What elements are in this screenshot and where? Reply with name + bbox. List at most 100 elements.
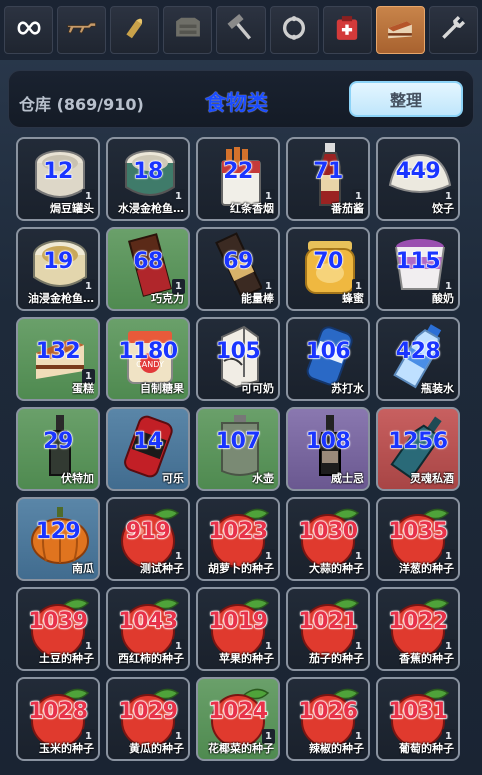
medkit-icon (330, 11, 364, 49)
inventory-slot[interactable]: 107 水壶 (196, 407, 280, 491)
inventory-slot[interactable]: 1029 1 黄瓜的种子 (106, 677, 190, 761)
sort-button[interactable]: 整理 (349, 81, 463, 117)
inventory-slot[interactable]: 1039 1 土豆的种子 (16, 587, 100, 671)
category-title: 食物类 (205, 91, 268, 115)
tab-hammer[interactable] (216, 6, 266, 54)
item-quantity: 1043 (118, 609, 179, 635)
item-quantity: 106 (305, 339, 351, 365)
item-name: 饺子 (432, 202, 454, 215)
item-quantity: 1039 (28, 609, 89, 635)
inventory-slot[interactable]: 919 1 测试种子 (106, 497, 190, 581)
item-quantity: 70 (313, 249, 344, 275)
inventory-slot[interactable]: 12 1 焗豆罐头 (16, 137, 100, 221)
item-name: 巧克力 (151, 292, 184, 305)
tab-rifle[interactable] (57, 6, 107, 54)
inventory-slot[interactable]: CANDY 1180 自制糖果 (106, 317, 190, 401)
skull-ring-icon (277, 11, 311, 49)
item-name: 瓶装水 (421, 382, 454, 395)
inventory-slot[interactable]: 1024 1 花椰菜的种子 (196, 677, 280, 761)
item-quantity: 919 (125, 519, 171, 545)
tab-medkit[interactable] (322, 6, 372, 54)
item-quantity: 22 (223, 159, 254, 185)
inventory-slot[interactable]: 132 1 蛋糕 (16, 317, 100, 401)
item-quantity: 1029 (118, 699, 179, 725)
item-quantity: 68 (133, 249, 164, 275)
item-quantity: 1030 (298, 519, 359, 545)
inventory-slot[interactable]: 29 伏特加 (16, 407, 100, 491)
inventory-slot[interactable]: 428 瓶装水 (376, 317, 460, 401)
item-quantity: 1023 (208, 519, 269, 545)
tab-ammo[interactable] (110, 6, 160, 54)
inventory-slot[interactable]: 19 1 油浸金枪鱼… (16, 227, 100, 311)
inventory-slot[interactable]: 18 1 水浸金枪鱼… (106, 137, 190, 221)
inventory-slot[interactable]: 1021 1 茄子的种子 (286, 587, 370, 671)
item-quantity: 1022 (388, 609, 449, 635)
inventory-slot[interactable]: 1043 1 西红柿的种子 (106, 587, 190, 671)
inventory-slot[interactable]: 115 1 酸奶 (376, 227, 460, 311)
tab-skull-ring[interactable] (269, 6, 319, 54)
item-name: 花椰菜的种子 (208, 742, 274, 755)
item-name: 酸奶 (432, 292, 454, 305)
item-name: 能量棒 (241, 292, 274, 305)
inventory-slot[interactable]: 70 1 蜂蜜 (286, 227, 370, 311)
item-quantity: 449 (395, 159, 441, 185)
inventory-slot[interactable]: 1019 1 苹果的种子 (196, 587, 280, 671)
tab-wrench[interactable] (428, 6, 478, 54)
tab-armor[interactable] (163, 6, 213, 54)
item-name: 苹果的种子 (219, 652, 274, 665)
item-name: 水壶 (252, 472, 274, 485)
inventory-slot[interactable]: 129 南瓜 (16, 497, 100, 581)
item-name: 茄子的种子 (309, 652, 364, 665)
inventory-slot[interactable]: 69 1 能量棒 (196, 227, 280, 311)
inventory-slot[interactable]: 14 可乐 (106, 407, 190, 491)
item-quantity: 1031 (388, 699, 449, 725)
item-name: 焗豆罐头 (50, 202, 94, 215)
item-name: 大蒜的种子 (309, 562, 364, 575)
inventory-slot[interactable]: 1256 灵魂私酒 (376, 407, 460, 491)
inventory-slot[interactable]: 1030 1 大蒜的种子 (286, 497, 370, 581)
inventory-slot[interactable]: 106 苏打水 (286, 317, 370, 401)
item-name: 灵魂私酒 (410, 472, 454, 485)
inventory-slot[interactable]: 22 1 红条香烟 (196, 137, 280, 221)
inventory-slot[interactable]: 105 可可奶 (196, 317, 280, 401)
capacity-label: 仓库 (869/910) (19, 95, 144, 114)
wrench-icon (436, 11, 470, 49)
tab-infinity[interactable] (4, 6, 54, 54)
inventory-header: 仓库 (869/910) 食物类 整理 (8, 70, 474, 128)
item-quantity: 1024 (208, 699, 269, 725)
item-quantity: 105 (215, 339, 261, 365)
item-name: 葡萄的种子 (399, 742, 454, 755)
inventory-slot[interactable]: 1035 1 洋葱的种子 (376, 497, 460, 581)
item-name: 威士忌 (331, 472, 364, 485)
item-quantity: 132 (35, 339, 81, 365)
inventory-slot[interactable]: 1023 1 胡萝卜的种子 (196, 497, 280, 581)
item-quantity: 18 (133, 159, 164, 185)
item-name: 辣椒的种子 (309, 742, 364, 755)
item-name: 可乐 (162, 472, 184, 485)
item-name: 测试种子 (140, 562, 184, 575)
item-quantity: 1256 (388, 429, 449, 455)
item-quantity: 428 (395, 339, 441, 365)
tab-cake[interactable] (375, 6, 425, 54)
inventory-slot[interactable]: 68 1 巧克力 (106, 227, 190, 311)
item-name: 苏打水 (331, 382, 364, 395)
hammer-icon (224, 11, 258, 49)
item-name: 洋葱的种子 (399, 562, 454, 575)
item-quantity: 1035 (388, 519, 449, 545)
category-tab-bar (0, 0, 482, 60)
inventory-slot[interactable]: 1031 1 葡萄的种子 (376, 677, 460, 761)
item-quantity: 1019 (208, 609, 269, 635)
inventory-slot[interactable]: 1026 1 辣椒的种子 (286, 677, 370, 761)
inventory-slot[interactable]: 1028 1 玉米的种子 (16, 677, 100, 761)
item-quantity: 108 (305, 429, 351, 455)
item-name: 自制糖果 (140, 382, 184, 395)
item-quantity: 12 (43, 159, 74, 185)
inventory-slot[interactable]: 108 威士忌 (286, 407, 370, 491)
infinity-icon (12, 11, 46, 49)
item-name: 红条香烟 (230, 202, 274, 215)
inventory-slot[interactable]: 71 1 番茄酱 (286, 137, 370, 221)
item-name: 南瓜 (72, 562, 94, 575)
inventory-slot[interactable]: 1022 1 香蕉的种子 (376, 587, 460, 671)
item-quantity: 1180 (118, 339, 179, 365)
inventory-slot[interactable]: 449 1 饺子 (376, 137, 460, 221)
